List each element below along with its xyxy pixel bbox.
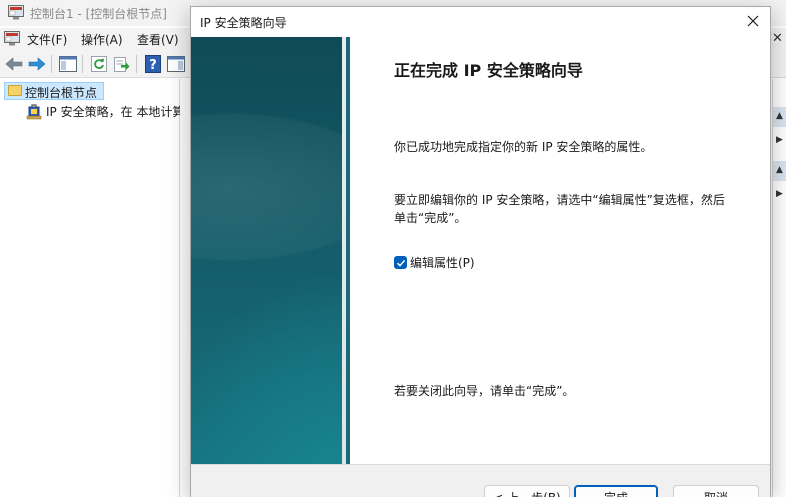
help-icon[interactable]: ? <box>142 53 164 75</box>
edit-properties-label[interactable]: 编辑属性(P) <box>410 254 475 271</box>
tree-item-label: IP 安全策略，在 本地计算机 <box>46 105 197 119</box>
show-hide-action-pane-icon[interactable] <box>165 53 187 75</box>
chevron-right-icon[interactable]: ▶ <box>776 189 783 199</box>
back-icon[interactable] <box>3 53 25 75</box>
export-list-icon[interactable] <box>111 53 133 75</box>
tree-item-label: 控制台根节点 <box>25 86 98 100</box>
mmc-console-icon <box>8 5 24 20</box>
show-hide-tree-icon[interactable] <box>57 53 79 75</box>
tree-item-ip-security-policies[interactable]: IP 安全策略，在 本地计算机 <box>24 103 196 121</box>
wizard-title: IP 安全策略向导 <box>200 16 287 30</box>
refresh-icon[interactable] <box>88 53 110 75</box>
ip-security-policy-wizard-dialog: IP 安全策略向导 正在完成 IP 安全策略向导 你已成功地完成指定你的新 IP… <box>190 6 771 497</box>
wizard-success-text: 你已成功地完成指定你的新 IP 安全策略的属性。 <box>394 140 653 154</box>
wizard-close-instruction-text: 若要关闭此向导，请单击“完成”。 <box>394 384 575 398</box>
checkbox-checked-icon[interactable] <box>394 256 407 269</box>
toolbar-separator <box>136 55 137 73</box>
folder-icon <box>8 85 22 96</box>
toolbar-separator <box>82 55 83 73</box>
wizard-side-banner <box>191 37 350 464</box>
wizard-edit-instruction-text: 要立即编辑你的 IP 安全策略，请选中“编辑属性”复选框，然后单击“完成”。 <box>394 193 725 225</box>
forward-icon[interactable] <box>26 53 48 75</box>
collapse-up-icon: ▲ <box>776 111 783 121</box>
menu-file[interactable]: 文件(F) <box>27 31 67 48</box>
close-icon[interactable]: ✕ <box>772 31 783 46</box>
wizard-button-bar: < 上一步(B) 完成 取消 <box>191 464 770 497</box>
menu-action[interactable]: 操作(A) <box>81 31 123 48</box>
wizard-content: 正在完成 IP 安全策略向导 你已成功地完成指定你的新 IP 安全策略的属性。 … <box>350 37 770 464</box>
collapse-up-icon: ▲ <box>776 165 783 175</box>
cancel-button[interactable]: 取消 <box>673 485 759 497</box>
console-icon[interactable] <box>4 31 20 46</box>
svg-text:?: ? <box>149 58 157 73</box>
actions-pane: ▲ ▶ ▲ ▶ <box>772 79 786 497</box>
edit-properties-checkbox[interactable]: 编辑属性(P) <box>394 254 475 271</box>
mmc-window-title: 控制台1 - [控制台根节点] <box>30 7 167 21</box>
console-tree: 控制台根节点 IP 安全策略，在 本地计算机 <box>0 79 196 497</box>
actions-section-header[interactable]: ▲ <box>773 107 786 127</box>
wizard-heading: 正在完成 IP 安全策略向导 <box>394 61 583 80</box>
menu-view[interactable]: 查看(V) <box>137 31 179 48</box>
back-button[interactable]: < 上一步(B) <box>484 485 570 497</box>
close-icon[interactable] <box>737 7 769 35</box>
finish-button[interactable]: 完成 <box>574 485 658 497</box>
wizard-title-bar: IP 安全策略向导 <box>191 7 770 37</box>
actions-section-header[interactable]: ▲ <box>773 161 786 181</box>
tree-item-console-root[interactable]: 控制台根节点 <box>4 82 104 100</box>
ip-security-policy-icon <box>26 104 42 123</box>
toolbar-separator <box>51 55 52 73</box>
chevron-right-icon[interactable]: ▶ <box>776 135 783 145</box>
